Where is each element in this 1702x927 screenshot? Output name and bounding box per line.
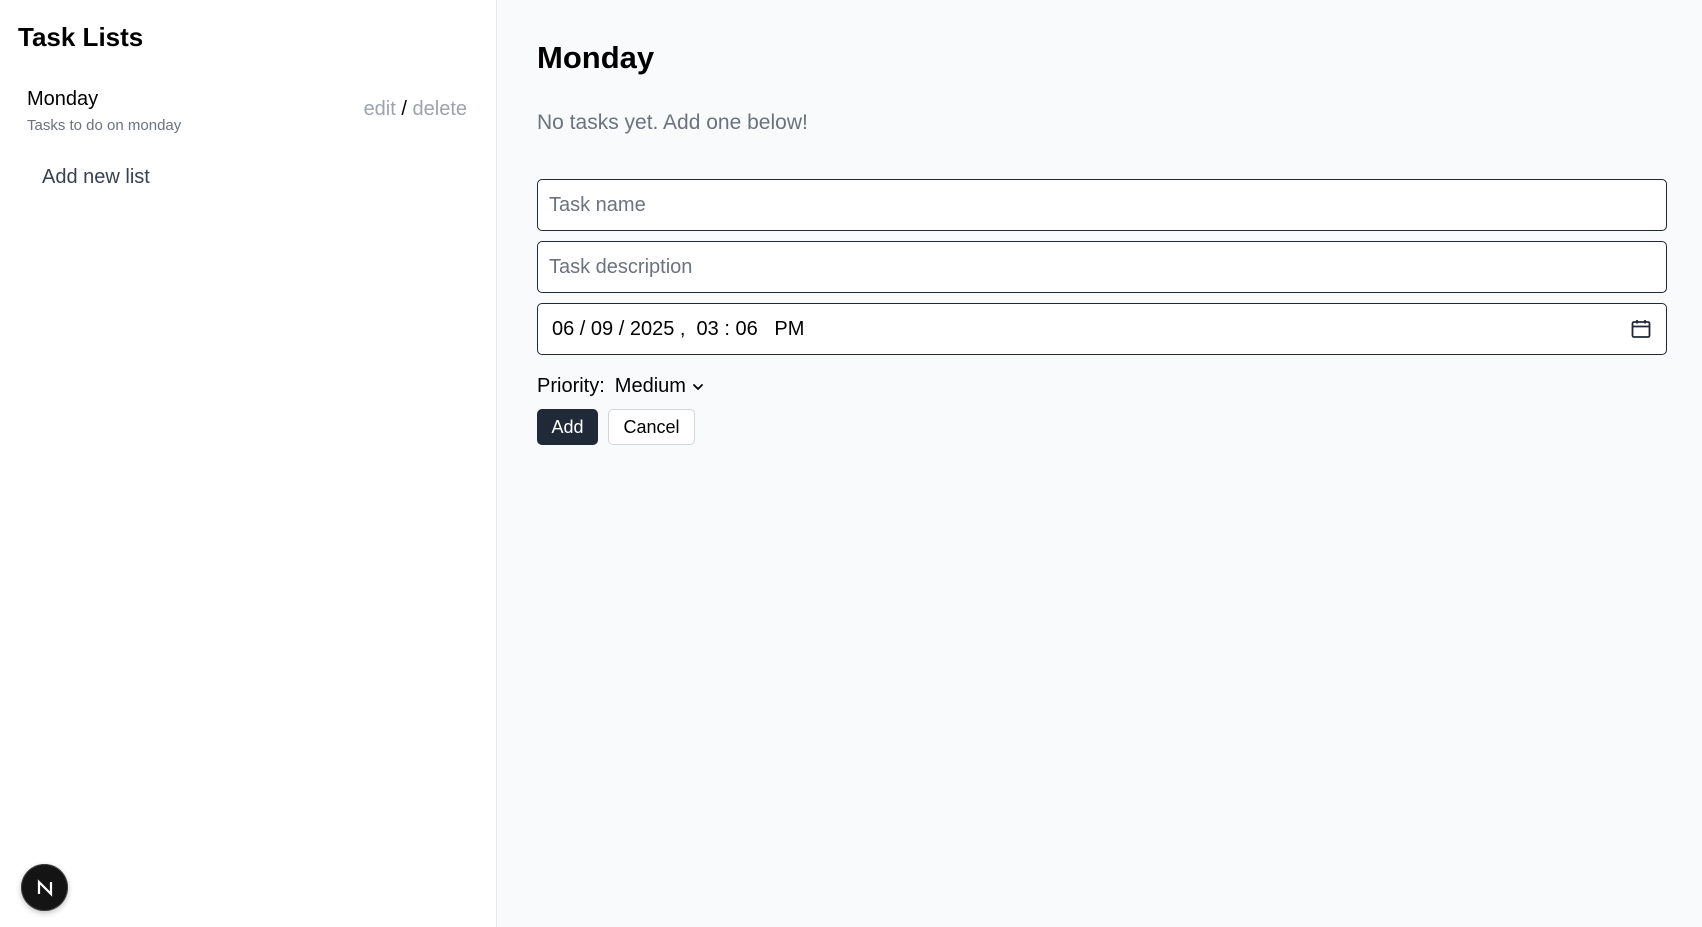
priority-label: Priority:: [537, 375, 605, 397]
priority-select[interactable]: Medium: [615, 375, 704, 398]
calendar-icon[interactable]: [1630, 318, 1652, 340]
delete-list-link[interactable]: delete: [413, 98, 468, 120]
empty-state-message: No tasks yet. Add one below!: [537, 111, 808, 134]
priority-row: Priority: Medium: [537, 375, 704, 398]
task-datetime-input[interactable]: 06 / 09 / 2025 , 03 : 06 PM: [537, 303, 1667, 355]
datetime-value: 06 / 09 / 2025 , 03 : 06 PM: [552, 317, 805, 340]
sidebar-list-item-monday[interactable]: Monday Tasks to do on monday edit / dele…: [27, 86, 467, 138]
list-description: Tasks to do on monday: [27, 117, 182, 134]
list-name: Monday: [27, 88, 99, 110]
page-title: Monday: [537, 40, 655, 75]
sidebar-title: Task Lists: [18, 22, 144, 52]
nextjs-logo-icon: [37, 878, 52, 897]
nextjs-dev-badge[interactable]: [21, 864, 68, 911]
action-separator: /: [401, 98, 407, 120]
app: Task Lists Monday Tasks to do on monday …: [0, 0, 1702, 927]
priority-value: Medium: [614, 375, 686, 397]
main-panel: Monday No tasks yet. Add one below! 06 /…: [497, 0, 1702, 927]
task-name-input[interactable]: [537, 179, 1667, 231]
add-task-button[interactable]: Add: [537, 409, 598, 445]
cancel-button[interactable]: Cancel: [608, 409, 695, 445]
edit-list-link[interactable]: edit: [364, 98, 396, 120]
task-description-input[interactable]: [537, 241, 1667, 293]
list-actions: edit / delete: [364, 98, 467, 121]
sidebar: Task Lists Monday Tasks to do on monday …: [0, 0, 497, 927]
chevron-down-icon: [693, 383, 703, 390]
add-new-list-button[interactable]: Add new list: [42, 166, 150, 189]
